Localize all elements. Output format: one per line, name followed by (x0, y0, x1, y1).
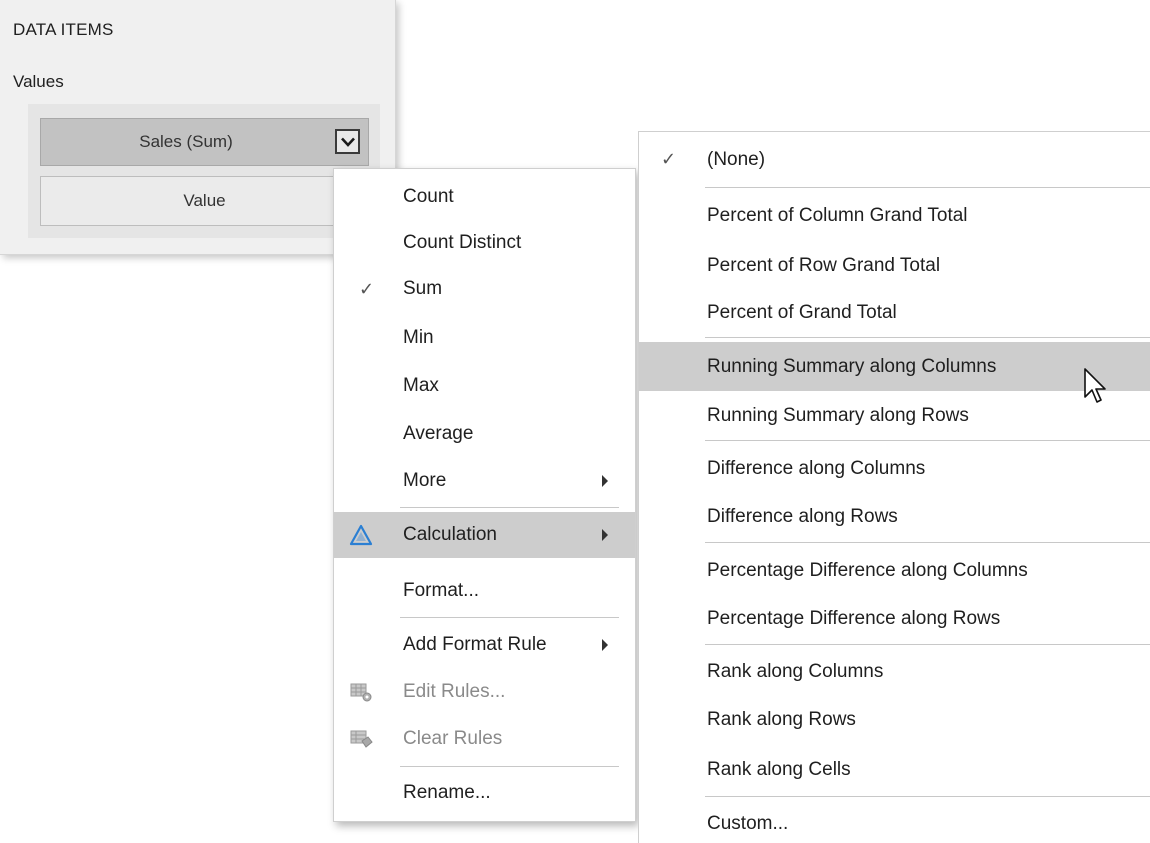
check-icon: ✓ (661, 149, 677, 169)
data-item-value[interactable]: Value (40, 176, 369, 226)
menu-item-add-format-rule[interactable]: Add Format Rule (334, 622, 635, 668)
submenu-item-label: Percent of Row Grand Total (707, 254, 941, 276)
menu-item-clear-rules: Clear Rules (334, 716, 635, 762)
menu-item-label: Count Distinct (403, 232, 522, 253)
submenu-item-label: Percent of Column Grand Total (707, 204, 968, 226)
menu-item-calculation[interactable]: Calculation (334, 512, 635, 558)
submenu-item-rank-cells[interactable]: Rank along Cells (639, 745, 1150, 794)
submenu-item-percentage-difference-rows[interactable]: Percentage Difference along Rows (639, 594, 1150, 643)
submenu-item-rank-rows[interactable]: Rank along Rows (639, 695, 1150, 744)
menu-item-max[interactable]: Max (334, 363, 635, 409)
submenu-item-label: Percent of Grand Total (707, 301, 897, 323)
submenu-item-label: (None) (707, 148, 766, 170)
mouse-pointer-icon (1084, 368, 1106, 403)
menu-separator (705, 542, 1150, 543)
submenu-item-running-summary-rows[interactable]: Running Summary along Rows (639, 391, 1150, 440)
submenu-item-label: Custom... (707, 812, 789, 834)
calculation-submenu: ✓ (None) Percent of Column Grand Total P… (638, 131, 1150, 843)
menu-item-label: Add Format Rule (403, 634, 547, 655)
data-item-sales-sum[interactable]: Sales (Sum) (40, 118, 369, 166)
menu-item-min[interactable]: Min (334, 315, 635, 361)
menu-item-format[interactable]: Format... (334, 568, 635, 614)
menu-item-label: Edit Rules... (403, 681, 506, 702)
menu-item-label: Count (403, 186, 454, 207)
submenu-item-label: Running Summary along Columns (707, 355, 997, 377)
menu-item-label: More (403, 470, 447, 491)
submenu-item-custom[interactable]: Custom... (639, 799, 1150, 843)
submenu-item-percentage-difference-columns[interactable]: Percentage Difference along Columns (639, 546, 1150, 595)
submenu-item-none[interactable]: ✓ (None) (639, 135, 1150, 184)
submenu-item-percent-row-grand-total[interactable]: Percent of Row Grand Total (639, 241, 1150, 290)
menu-separator (400, 617, 619, 618)
submenu-item-label: Running Summary along Rows (707, 404, 969, 426)
panel-title: DATA ITEMS (13, 20, 114, 39)
menu-separator (705, 440, 1150, 441)
menu-item-sum[interactable]: ✓ Sum (334, 266, 635, 312)
menu-separator (705, 187, 1150, 188)
context-menu: Count Count Distinct ✓ Sum Min Max Avera… (333, 168, 636, 822)
submenu-item-label: Difference along Columns (707, 457, 926, 479)
chevron-down-icon (340, 137, 355, 147)
submenu-item-label: Rank along Rows (707, 708, 856, 730)
submenu-item-label: Percentage Difference along Columns (707, 559, 1028, 581)
submenu-item-label: Rank along Cells (707, 758, 851, 780)
menu-item-average[interactable]: Average (334, 411, 635, 457)
submenu-item-label: Rank along Columns (707, 660, 884, 682)
submenu-item-label: Difference along Rows (707, 505, 898, 527)
menu-item-count-distinct[interactable]: Count Distinct (334, 220, 635, 266)
menu-item-label: Clear Rules (403, 728, 503, 749)
submenu-item-running-summary-columns[interactable]: Running Summary along Columns (639, 342, 1150, 391)
submenu-arrow-icon (602, 639, 608, 651)
data-item-label: Sales (Sum) (139, 132, 233, 151)
stage: DATA ITEMS Values Sales (Sum) Value Coun… (0, 0, 1150, 843)
menu-item-label: Min (403, 327, 434, 348)
menu-item-label: Calculation (403, 524, 497, 545)
menu-item-more[interactable]: More (334, 458, 635, 504)
submenu-item-label: Percentage Difference along Rows (707, 607, 1001, 629)
menu-separator (400, 766, 619, 767)
submenu-item-difference-rows[interactable]: Difference along Rows (639, 492, 1150, 541)
submenu-arrow-icon (602, 529, 608, 541)
data-item-dropdown-button[interactable] (335, 129, 360, 154)
submenu-arrow-icon (602, 475, 608, 487)
menu-item-label: Average (403, 423, 474, 444)
grid-eraser-icon (350, 730, 373, 748)
menu-item-label: Sum (403, 278, 443, 299)
values-section-label: Values (13, 72, 64, 91)
menu-item-label: Rename... (403, 782, 491, 803)
menu-separator (705, 337, 1150, 338)
menu-separator (705, 644, 1150, 645)
submenu-item-percent-column-grand-total[interactable]: Percent of Column Grand Total (639, 191, 1150, 240)
submenu-item-percent-grand-total[interactable]: Percent of Grand Total (639, 288, 1150, 337)
grid-gear-icon (350, 683, 372, 702)
triangle-delta-icon (349, 524, 373, 546)
submenu-item-rank-columns[interactable]: Rank along Columns (639, 647, 1150, 696)
menu-item-label: Max (403, 375, 439, 396)
menu-item-count[interactable]: Count (334, 174, 635, 220)
menu-separator (705, 796, 1150, 797)
menu-item-rename[interactable]: Rename... (334, 770, 635, 816)
check-icon: ✓ (359, 278, 375, 299)
submenu-item-difference-columns[interactable]: Difference along Columns (639, 444, 1150, 493)
menu-item-label: Format... (403, 580, 480, 601)
menu-item-edit-rules: Edit Rules... (334, 669, 635, 715)
menu-separator (400, 507, 619, 508)
